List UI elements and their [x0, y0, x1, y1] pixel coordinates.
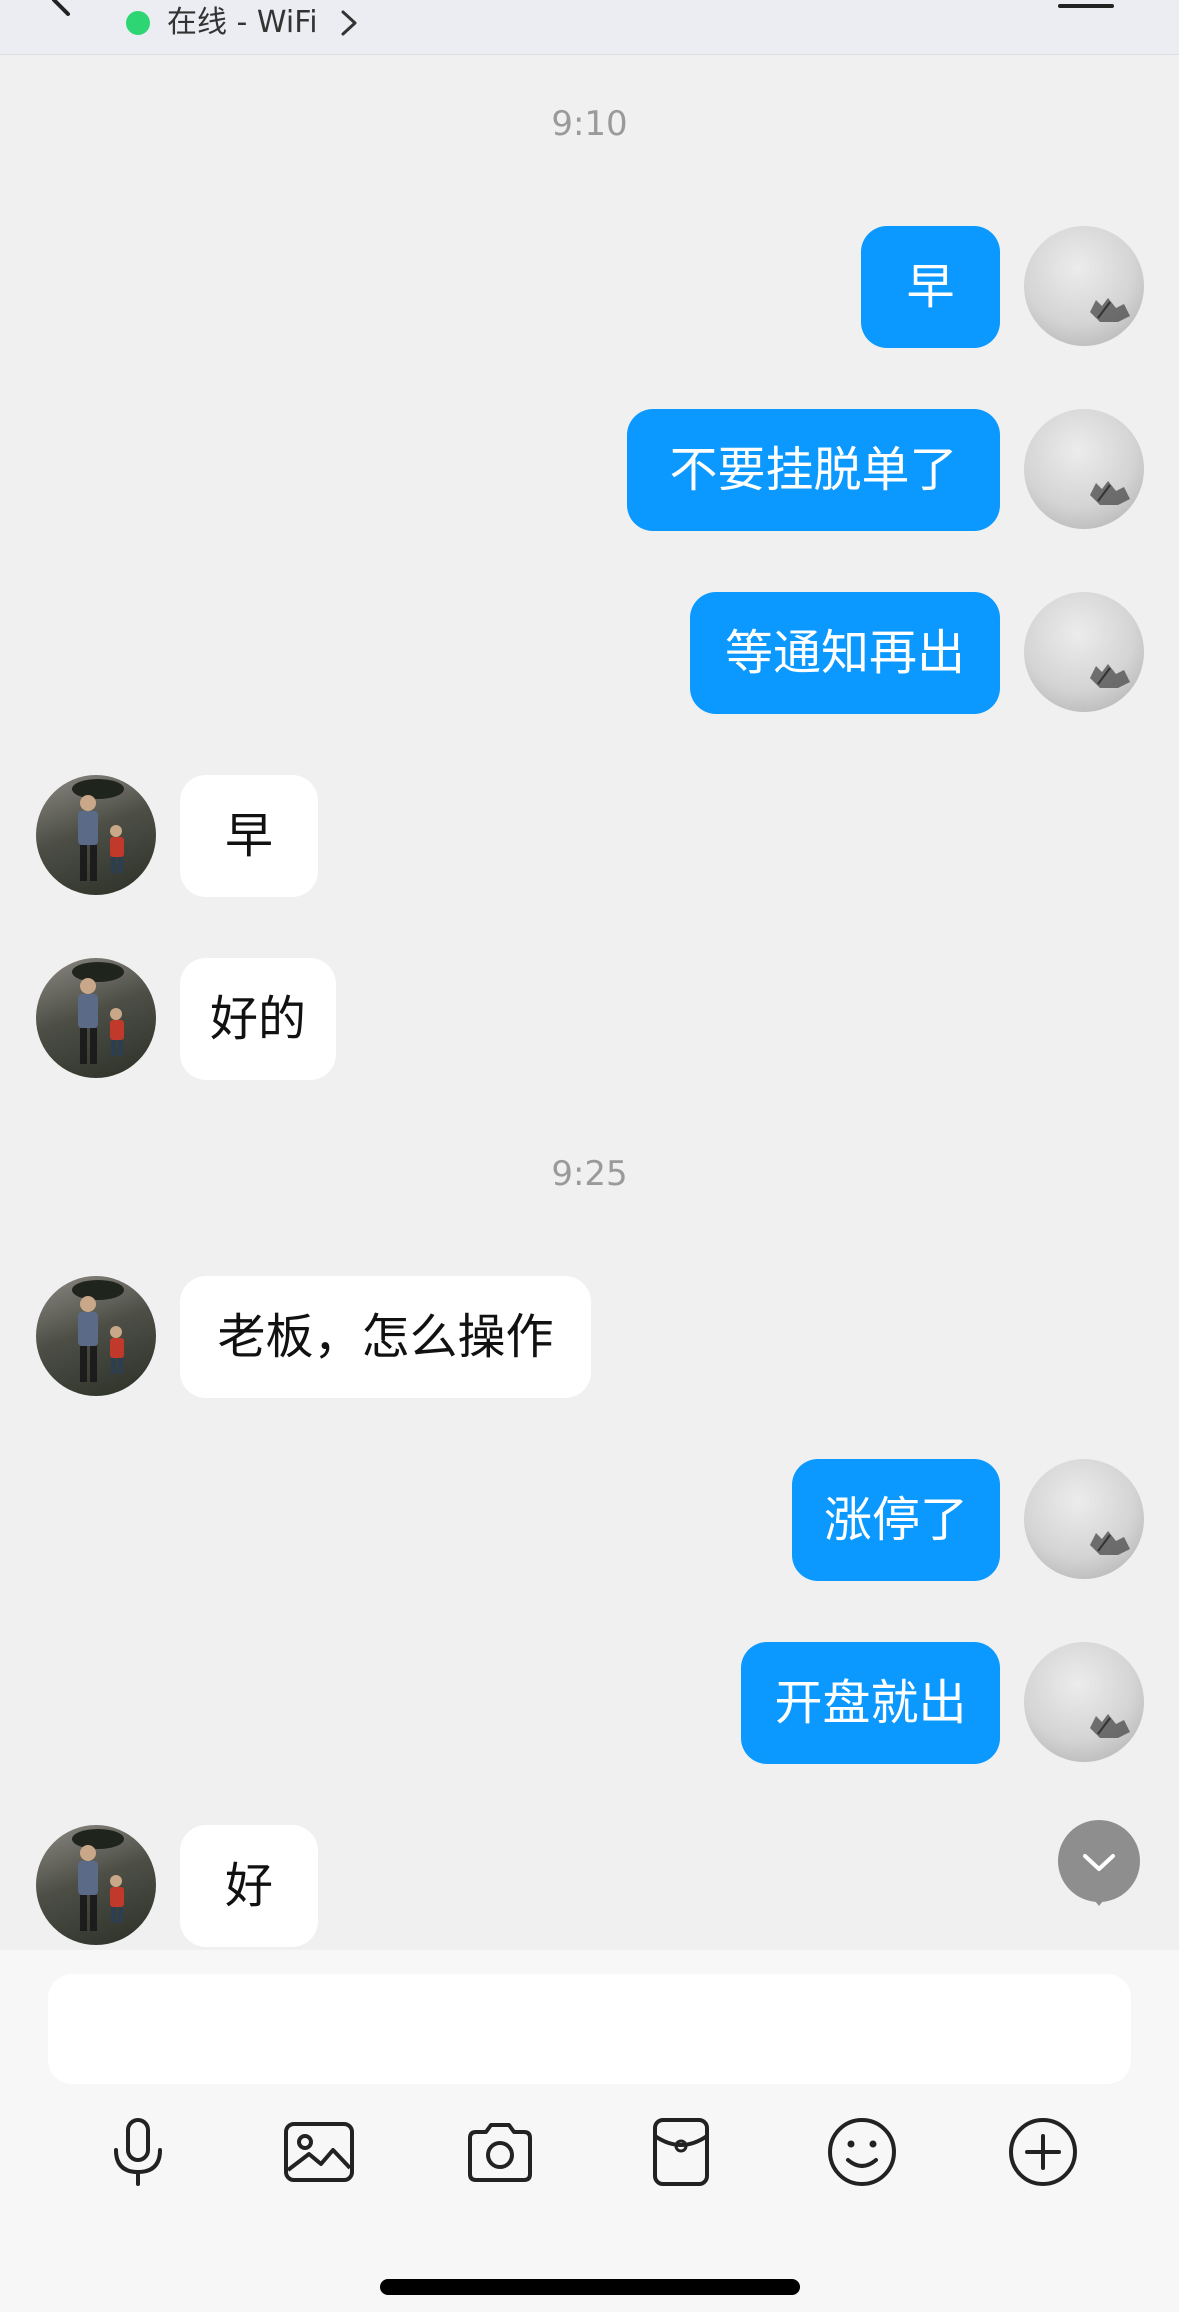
menu-icon[interactable] [1058, 0, 1114, 14]
message-row-incoming: 好的 [0, 958, 1179, 1080]
emoji-icon[interactable] [824, 2114, 900, 2190]
message-bubble-outgoing[interactable]: 涨停了 [792, 1459, 1000, 1581]
chat-header: 在线 - WiFi [0, 0, 1179, 55]
people-photo-avatar-icon [72, 962, 124, 1064]
self-avatar[interactable] [1024, 1459, 1144, 1579]
people-photo-avatar-icon [72, 1829, 124, 1931]
message-bubble-incoming[interactable]: 好 [180, 1825, 318, 1947]
message-bubble-outgoing[interactable]: 开盘就出 [741, 1642, 1000, 1764]
message-row-outgoing: 涨停了 [0, 1459, 1179, 1581]
message-bubble-incoming[interactable]: 老板，怎么操作 [180, 1276, 591, 1398]
message-row-outgoing: 等通知再出 [0, 592, 1179, 714]
message-row-incoming: 早 [0, 775, 1179, 897]
red-packet-icon[interactable] [643, 2114, 719, 2190]
message-bubble-incoming[interactable]: 好的 [180, 958, 336, 1080]
back-arrow-icon[interactable] [40, 0, 80, 20]
contact-avatar[interactable] [36, 775, 156, 895]
home-indicator[interactable] [380, 2279, 800, 2295]
message-row-outgoing: 不要挂脱单了 [0, 409, 1179, 531]
self-avatar[interactable] [1024, 409, 1144, 529]
message-row-outgoing: 开盘就出 [0, 1642, 1179, 1764]
plus-icon[interactable] [1005, 2114, 1081, 2190]
timestamp-divider: 9:10 [551, 104, 628, 144]
composer-bar [0, 1950, 1179, 2312]
self-avatar[interactable] [1024, 592, 1144, 712]
self-avatar[interactable] [1024, 226, 1144, 346]
message-bubble-outgoing[interactable]: 不要挂脱单了 [627, 409, 1000, 531]
chevron-down-icon [1083, 1854, 1115, 1871]
chevron-right-icon[interactable] [337, 6, 361, 40]
contact-avatar[interactable] [36, 1825, 156, 1945]
scroll-to-bottom-button[interactable] [1058, 1820, 1140, 1906]
connection-status-text[interactable]: 在线 - WiFi [167, 4, 318, 42]
timestamp-divider: 9:25 [551, 1154, 628, 1194]
message-row-outgoing: 早 [0, 226, 1179, 348]
message-row-incoming: 好 [0, 1825, 1179, 1947]
people-photo-avatar-icon [72, 779, 124, 881]
contact-avatar[interactable] [36, 1276, 156, 1396]
landscape-avatar-icon [1090, 664, 1130, 688]
microphone-icon[interactable] [100, 2114, 176, 2190]
message-bubble-outgoing[interactable]: 等通知再出 [690, 592, 1000, 714]
landscape-avatar-icon [1090, 298, 1130, 322]
camera-icon[interactable] [462, 2114, 538, 2190]
landscape-avatar-icon [1090, 1531, 1130, 1555]
message-bubble-incoming[interactable]: 早 [180, 775, 318, 897]
self-avatar[interactable] [1024, 1642, 1144, 1762]
message-bubble-outgoing[interactable]: 早 [861, 226, 1000, 348]
message-row-incoming: 老板，怎么操作 [0, 1276, 1179, 1398]
contact-avatar[interactable] [36, 958, 156, 1078]
online-status-dot [126, 11, 150, 35]
chat-screen: 在线 - WiFi 9:10 早 不要挂脱单了 等通知再出 早 好的 9:25 … [0, 0, 1179, 2312]
landscape-avatar-icon [1090, 1714, 1130, 1738]
message-input[interactable] [48, 1974, 1131, 2084]
people-photo-avatar-icon [72, 1280, 124, 1382]
landscape-avatar-icon [1090, 481, 1130, 505]
image-icon[interactable] [281, 2114, 357, 2190]
